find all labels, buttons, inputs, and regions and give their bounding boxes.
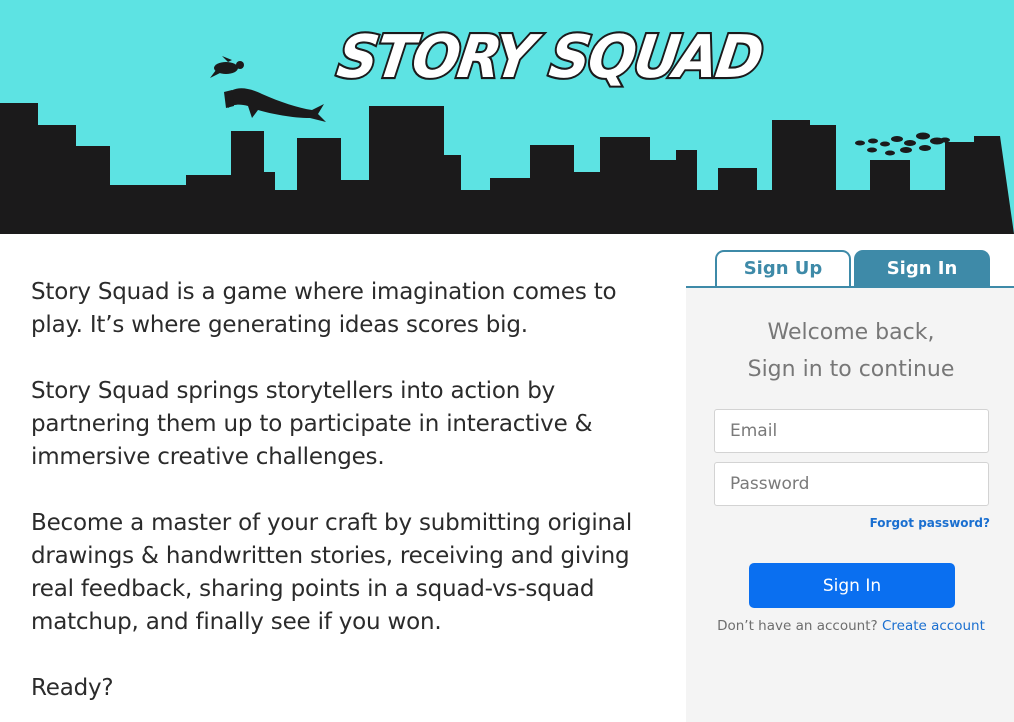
auth-panel: Sign Up Sign In Welcome back, Sign in to… xyxy=(686,234,1014,722)
intro-paragraph: Story Squad is a game where imagination … xyxy=(31,279,617,338)
header-banner: STORY SQUAD xyxy=(0,0,1014,234)
password-field[interactable] xyxy=(714,462,989,506)
story-squad-logo: STORY SQUAD xyxy=(331,21,768,93)
sign-in-button[interactable]: Sign In xyxy=(749,563,955,608)
welcome-subline: Sign in to continue xyxy=(747,357,955,382)
create-account-link[interactable]: Create account xyxy=(882,618,985,634)
tab-sign-in[interactable]: Sign In xyxy=(854,250,990,286)
forgot-password-link[interactable]: Forgot password? xyxy=(870,516,990,530)
welcome-message: Welcome back, Sign in to continue xyxy=(686,314,1014,388)
no-account-text: Don’t have an account? xyxy=(717,618,878,634)
intro-paragraph: Become a master of your craft by submitt… xyxy=(31,510,633,635)
tab-sign-up[interactable]: Sign Up xyxy=(715,250,851,286)
intro-text: Story Squad is a game where imagination … xyxy=(31,276,671,722)
welcome-line: Welcome back, xyxy=(767,320,935,345)
story-squad-landing: STORY SQUAD Story Squad is a game where … xyxy=(0,0,1014,722)
intro-paragraph: Ready? xyxy=(31,675,114,701)
email-field[interactable] xyxy=(714,409,989,453)
create-account-prompt: Don’t have an account? Create account xyxy=(686,618,1014,634)
auth-tabs: Sign Up Sign In xyxy=(686,234,1014,288)
intro-paragraph: Story Squad springs storytellers into ac… xyxy=(31,378,593,470)
